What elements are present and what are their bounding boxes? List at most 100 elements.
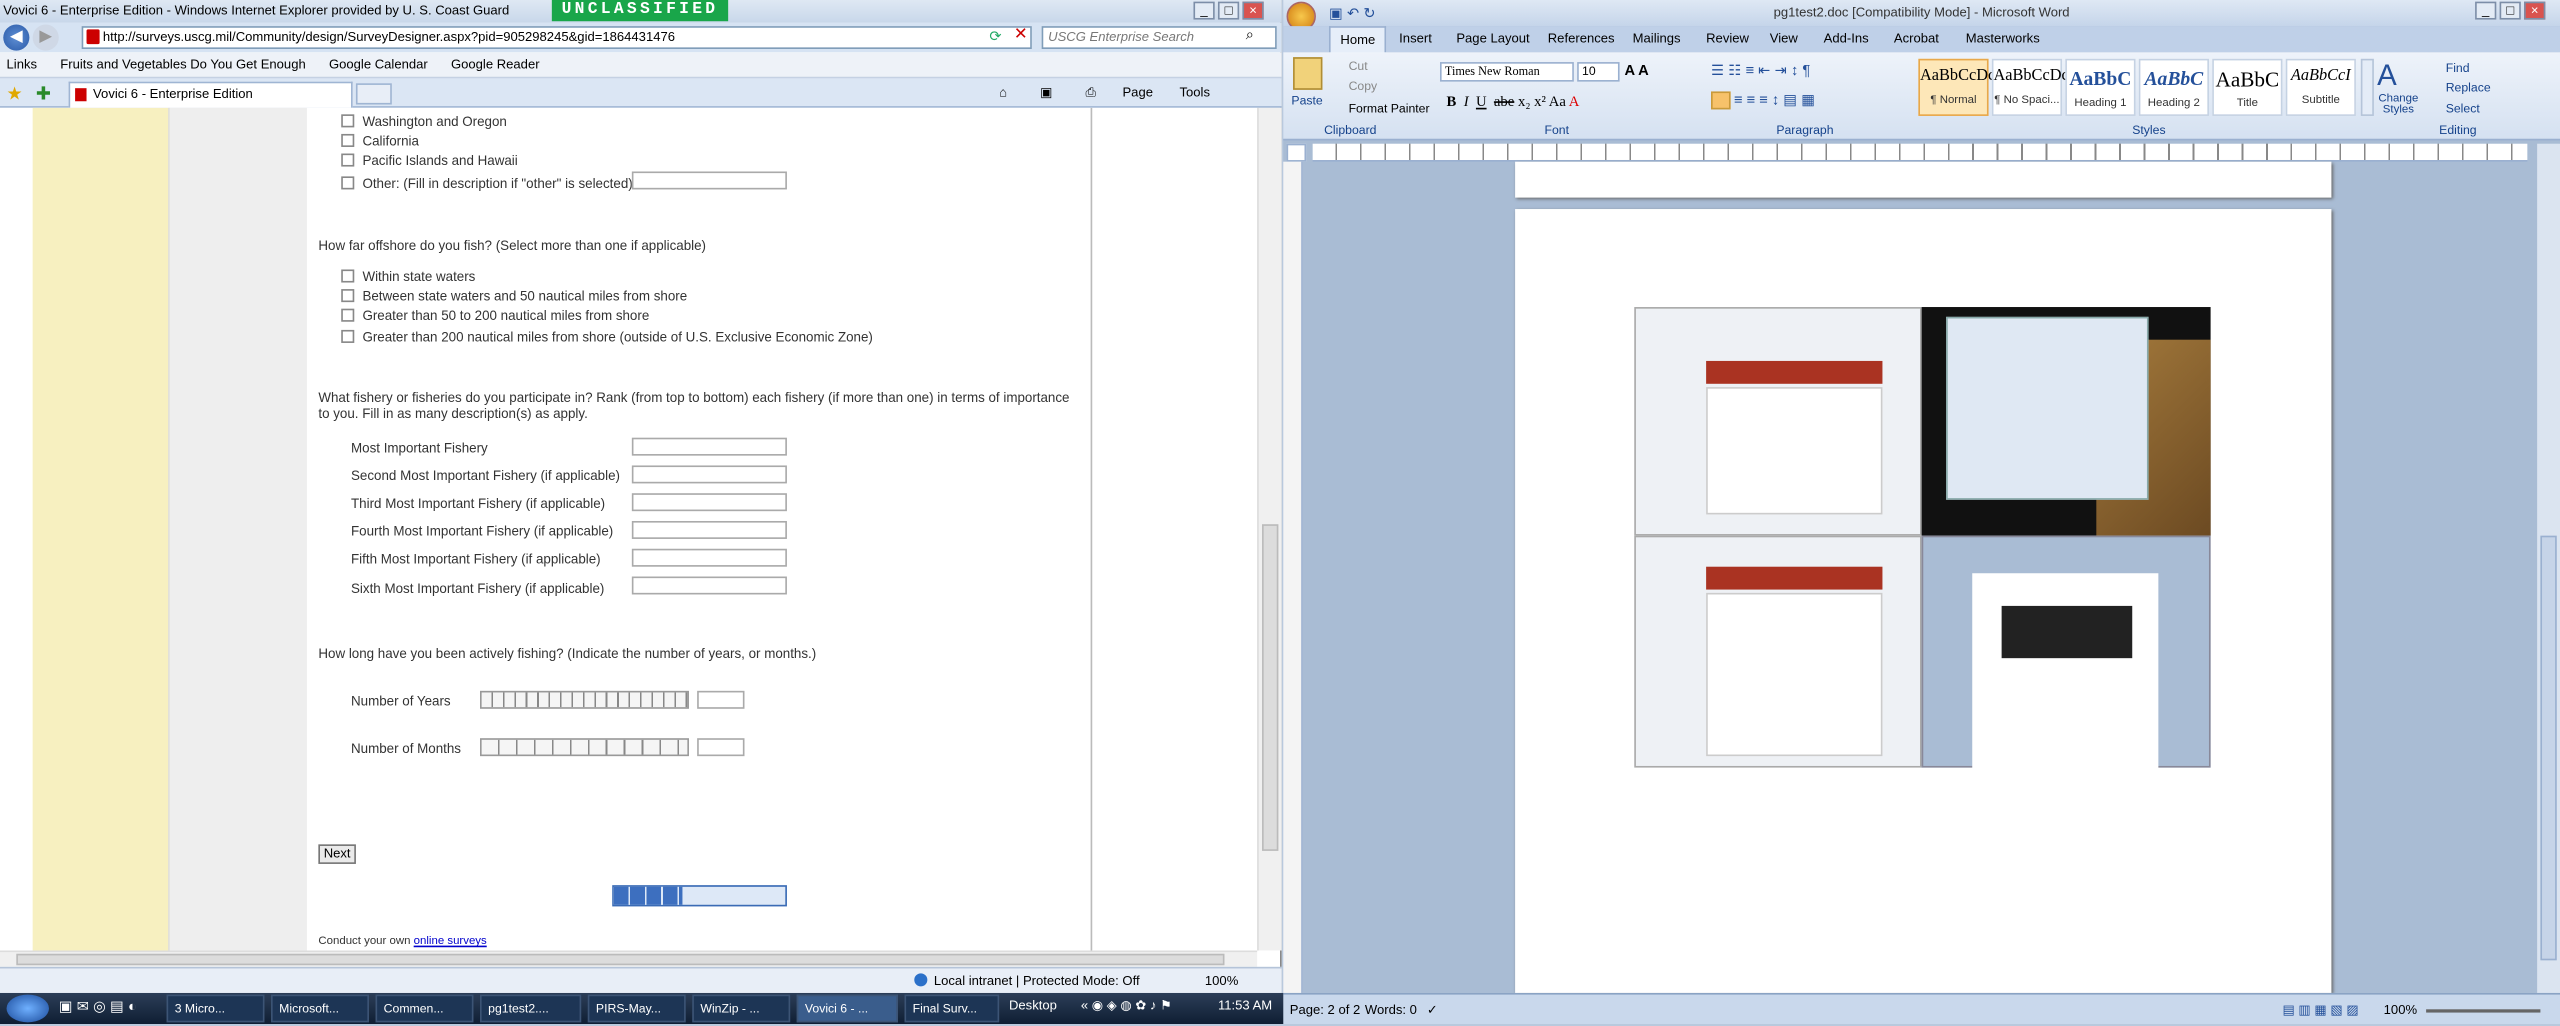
maximize-icon[interactable]: □ [1217,1,1240,20]
tab-vovici[interactable]: Vovici 6 - Enterprise Edition [68,81,353,108]
word-close-icon[interactable]: × [2524,1,2546,20]
font-size-select[interactable]: 10 [1577,62,1620,82]
style-title[interactable]: AaBbC Title [2212,58,2283,116]
feeds-icon[interactable]: ▣ [1040,85,1052,100]
format-painter-button[interactable]: Format Painter [1349,101,1430,116]
tab-review[interactable]: Review [1706,26,1749,52]
offshore-checkbox[interactable] [341,329,355,343]
address-bar[interactable]: http://surveys.uscg.mil/Community/design… [81,26,1032,49]
tab-acrobat[interactable]: Acrobat [1894,26,1939,52]
style-normal[interactable]: AaBbCcDc ¶ Normal [1918,58,1995,116]
find-button[interactable]: Find [2446,60,2470,75]
region-checkbox[interactable] [341,176,355,190]
tab-page-layout[interactable]: Page Layout [1456,26,1529,52]
taskbar-item[interactable]: 3 Micro... [166,994,265,1023]
tab-view[interactable]: View [1770,26,1798,52]
vertical-scrollbar[interactable] [1257,107,1282,951]
home-icon[interactable]: ⌂ [999,85,1007,100]
style-no-spacing[interactable]: AaBbCcDc ¶ No Spaci... [1991,58,2069,116]
taskbar-item[interactable]: PIRS-May... [587,994,686,1023]
vertical-ruler[interactable] [1283,161,1303,993]
page-count[interactable]: Page: 2 of 2 [1290,995,1360,1026]
new-tab-button[interactable] [355,83,392,105]
fishery-input[interactable] [631,465,787,484]
favorite-link[interactable]: Google Calendar [329,57,428,72]
favorite-link[interactable]: Fruits and Vegetables Do You Get Enough [60,57,305,72]
refresh-icon[interactable]: ⟳ [989,28,1001,46]
months-input[interactable] [697,738,745,757]
zoom-percent[interactable]: 100% [2384,995,2417,1026]
region-checkbox[interactable] [341,133,355,147]
fishery-input[interactable] [631,493,787,512]
word-vertical-scrollbar[interactable] [2537,143,2560,993]
clock[interactable]: 11:53 AM [1218,998,1272,1013]
quick-launch-icons[interactable]: ▣ ✉ ◎ ▤ ◐ [59,998,137,1016]
tab-selector[interactable] [1286,143,1307,162]
region-checkbox[interactable] [341,153,355,167]
word-minimize-icon[interactable]: _ [2475,1,2497,20]
region-checkbox[interactable] [341,114,355,128]
taskbar-item[interactable]: Final Surv... [904,994,1000,1023]
fishery-input[interactable] [631,576,787,595]
online-surveys-link[interactable]: online surveys [414,936,487,947]
replace-button[interactable]: Replace [2446,80,2491,95]
print-icon[interactable]: ⎙ [1086,85,1096,100]
style-heading-2[interactable]: AaBbC Heading 2 [2138,58,2209,116]
tab-mailings[interactable]: Mailings [1633,26,1681,52]
save-icon[interactable]: ▣ ↶ ↻ [1329,5,1376,23]
tab-masterworks[interactable]: Masterworks [1966,26,2040,52]
paste-icon[interactable] [1293,57,1323,90]
page-menu[interactable]: Page [1122,85,1153,100]
minimize-icon[interactable]: _ [1193,1,1215,20]
zoom-slider[interactable] [2426,1009,2541,1013]
offshore-checkbox[interactable] [341,269,355,283]
months-slider[interactable] [479,738,689,757]
fishery-input[interactable] [631,520,787,539]
cut-button[interactable]: Cut [1349,59,1368,74]
fishery-input[interactable] [631,437,787,456]
view-buttons[interactable]: ▤ ▥ ▦ ▧ ▨ [2282,995,2358,1026]
proofing-icon[interactable]: ✓ [1427,995,1438,1026]
taskbar-item-active[interactable]: Vovici 6 - ... [796,994,898,1023]
search-icon[interactable]: ⌕ [1246,26,1254,44]
style-heading-1[interactable]: AaBbC Heading 1 [2065,58,2136,116]
font-name-select[interactable]: Times New Roman [1439,62,1574,82]
scroll-thumb[interactable] [1262,524,1279,851]
close-icon[interactable]: × [1242,1,1264,20]
add-favorite-icon[interactable]: ✚ [36,83,51,105]
offshore-checkbox[interactable] [341,308,355,322]
grow-shrink-font-icon[interactable]: A A [1624,62,1648,78]
word-maximize-icon[interactable]: □ [2499,1,2521,20]
taskbar-item[interactable]: WinZip - ... [692,994,791,1023]
change-styles-button[interactable]: Change Styles [2376,93,2422,116]
offshore-checkbox[interactable] [341,289,355,303]
change-styles-icon[interactable]: A [2377,59,2397,93]
style-subtitle[interactable]: AaBbCcI Subtitle [2285,58,2356,116]
taskbar-item[interactable]: pg1test2.... [479,994,582,1023]
taskbar-item[interactable]: Commen... [375,994,474,1023]
taskbar-item[interactable]: Microsoft... [271,994,369,1023]
tools-menu[interactable]: Tools [1179,85,1210,100]
search-input[interactable]: USCG Enterprise Search [1041,26,1277,49]
horizontal-ruler[interactable] [1312,143,2528,162]
tray-icons[interactable]: « ◉ ◈ ◍ ✿ ♪ ⚑ [1081,998,1172,1013]
stop-icon[interactable]: ✕ [1014,26,1028,44]
paste-button[interactable]: Paste [1291,93,1322,108]
back-icon[interactable]: ◀ [3,24,30,51]
start-button[interactable] [6,994,49,1023]
forward-icon[interactable]: ▶ [32,24,59,51]
align-buttons[interactable]: ≡ ≡ ≡ ↕ ▤ ▦ [1734,91,1815,109]
favorite-link[interactable]: Google Reader [451,57,540,72]
other-region-input[interactable] [631,171,787,190]
copy-button[interactable]: Copy [1349,78,1378,93]
tab-home[interactable]: Home [1328,26,1387,54]
select-button[interactable]: Select [2446,101,2480,116]
next-button[interactable]: Next [318,844,356,864]
favorites-star-icon[interactable]: ★ [7,83,23,105]
desktop-toolbar[interactable]: Desktop [1009,998,1057,1013]
tab-insert[interactable]: Insert [1399,26,1432,52]
tab-add-ins[interactable]: Add-Ins [1824,26,1869,52]
font-format-buttons[interactable]: B I U abe x₂ x² Aa A [1447,93,1580,109]
hscroll-thumb[interactable] [16,953,1225,966]
styles-scroll[interactable] [2360,58,2374,116]
